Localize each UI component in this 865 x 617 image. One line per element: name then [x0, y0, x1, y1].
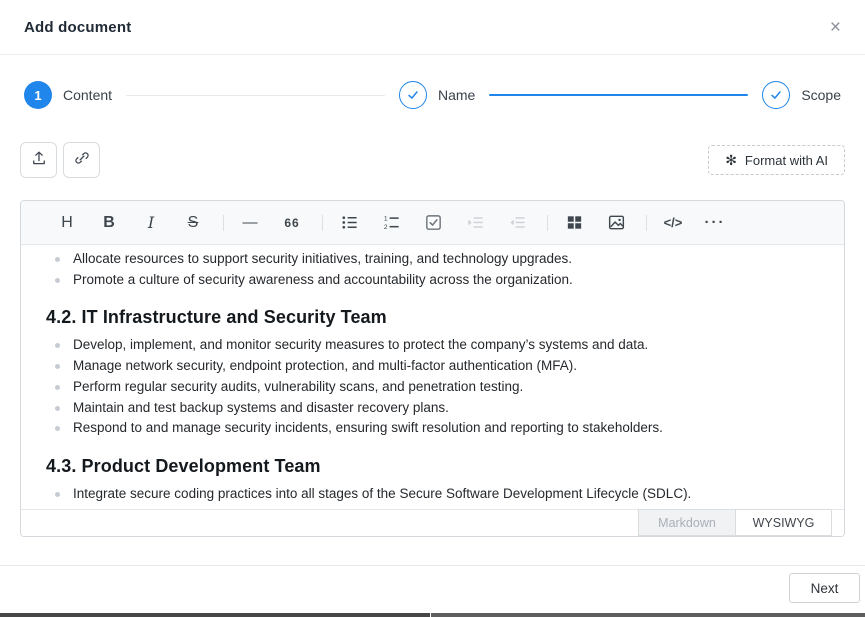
- editor-mode-bar: Markdown WYSIWYG: [21, 509, 844, 536]
- next-button[interactable]: Next: [789, 573, 860, 603]
- outdent-icon: [508, 213, 527, 232]
- image-button[interactable]: [600, 208, 632, 238]
- link-icon: [73, 149, 91, 172]
- step-check-icon: [762, 81, 790, 109]
- ai-sparkle-icon: ✻: [725, 153, 737, 167]
- bullet-list-button[interactable]: [333, 208, 365, 238]
- toolbar-separator: [322, 215, 323, 231]
- footer-divider: [0, 565, 865, 566]
- dialog-header: Add document ×: [0, 0, 865, 55]
- format-with-ai-label: Format with AI: [745, 153, 828, 168]
- section-heading: 4.2. IT Infrastructure and Security Team: [46, 307, 824, 328]
- bold-button[interactable]: B: [93, 208, 125, 238]
- step-content[interactable]: 1 Content: [24, 81, 112, 109]
- list-item: Conduct regular code reviews and adhere …: [46, 505, 824, 509]
- toolbar-separator: [223, 215, 224, 231]
- document-editor: H B I S — 66 1 2: [20, 200, 845, 537]
- more-options-button[interactable]: ···: [699, 208, 731, 238]
- tab-markdown[interactable]: Markdown: [638, 509, 735, 536]
- task-checkbox-icon: [424, 213, 443, 232]
- list-item: Maintain and test backup systems and dis…: [46, 398, 824, 419]
- step-scope-label: Scope: [801, 87, 841, 103]
- format-with-ai-button[interactable]: ✻ Format with AI: [708, 145, 845, 175]
- step-content-label: Content: [63, 87, 112, 103]
- step-scope[interactable]: Scope: [762, 81, 841, 109]
- blockquote-button[interactable]: 66: [276, 208, 308, 238]
- stepper-connector-1: [126, 95, 385, 96]
- task-list-button[interactable]: [417, 208, 449, 238]
- bullet-list: Develop, implement, and monitor security…: [46, 335, 824, 439]
- image-icon: [607, 213, 626, 232]
- tab-wysiwyg[interactable]: WYSIWYG: [735, 509, 832, 536]
- window-bottom-edge: [431, 613, 865, 617]
- list-item: Develop, implement, and monitor security…: [46, 335, 824, 356]
- upload-button[interactable]: [20, 142, 57, 178]
- bullet-list-icon: [340, 213, 359, 232]
- toolbar-separator: [547, 215, 548, 231]
- window-bottom-edge: [0, 613, 430, 617]
- upload-icon: [30, 149, 48, 172]
- indent-button[interactable]: [459, 208, 491, 238]
- editor-content[interactable]: Allocate resources to support security i…: [21, 245, 844, 509]
- bullet-list: Allocate resources to support security i…: [46, 249, 824, 290]
- stepper: 1 Content Name Scope: [24, 70, 841, 120]
- list-item: Integrate secure coding practices into a…: [46, 484, 824, 505]
- bullet-list: Integrate secure coding practices into a…: [46, 484, 824, 509]
- list-item: Promote a culture of security awareness …: [46, 270, 824, 291]
- step-name[interactable]: Name: [399, 81, 475, 109]
- dialog-title: Add document: [24, 19, 131, 36]
- outdent-button[interactable]: [501, 208, 533, 238]
- attach-toolbar: ✻ Format with AI: [20, 142, 845, 178]
- table-icon: [565, 213, 584, 232]
- indent-icon: [466, 213, 485, 232]
- step-check-icon: [399, 81, 427, 109]
- svg-text:2: 2: [383, 224, 387, 231]
- add-document-dialog: Add document × 1 Content Name Scope: [0, 0, 865, 617]
- svg-text:1: 1: [383, 216, 387, 223]
- step-name-label: Name: [438, 87, 475, 103]
- list-item: Respond to and manage security incidents…: [46, 418, 824, 439]
- step-number-badge: 1: [24, 81, 52, 109]
- list-item: Manage network security, endpoint protec…: [46, 356, 824, 377]
- section-heading: 4.3. Product Development Team: [46, 456, 824, 477]
- list-item: Perform regular security audits, vulnera…: [46, 377, 824, 398]
- ordered-list-icon: 1 2: [382, 213, 401, 232]
- link-button[interactable]: [63, 142, 100, 178]
- code-button[interactable]: </>: [657, 208, 689, 238]
- strikethrough-button[interactable]: S: [177, 208, 209, 238]
- heading-button[interactable]: H: [51, 208, 83, 238]
- ordered-list-button[interactable]: 1 2: [375, 208, 407, 238]
- stepper-connector-2: [489, 94, 748, 96]
- list-item: Allocate resources to support security i…: [46, 249, 824, 270]
- toolbar-separator: [646, 215, 647, 231]
- editor-toolbar: H B I S — 66 1 2: [21, 201, 844, 245]
- close-icon[interactable]: ×: [830, 18, 841, 37]
- horizontal-rule-button[interactable]: —: [234, 208, 266, 238]
- italic-button[interactable]: I: [135, 208, 167, 238]
- table-button[interactable]: [558, 208, 590, 238]
